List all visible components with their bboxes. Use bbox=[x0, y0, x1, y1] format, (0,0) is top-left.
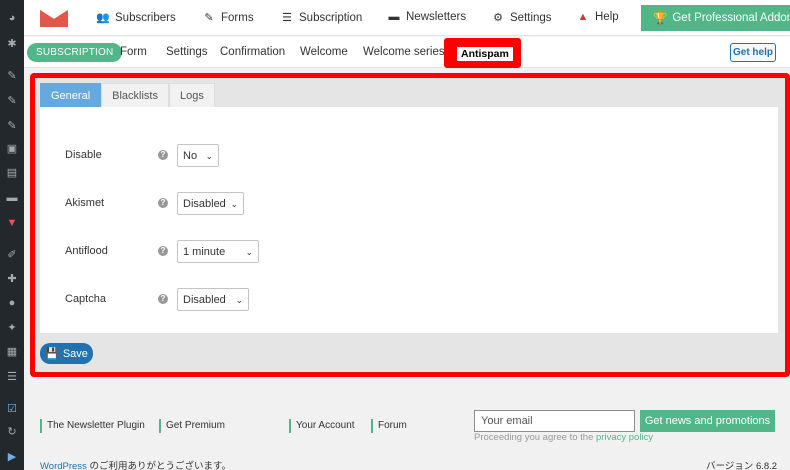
nav-subscribers-label: Subscribers bbox=[115, 11, 176, 24]
plugin-top-nav: 👥 Subscribers ✎ Forms ☰ Subscription ▬ N… bbox=[24, 0, 790, 36]
subnav-welcome-series[interactable]: Welcome series bbox=[363, 46, 445, 58]
captcha-value: Disabled bbox=[183, 293, 226, 306]
list-icon[interactable]: ☰ bbox=[5, 370, 19, 384]
privacy-prefix: Proceeding you agree to the bbox=[474, 432, 594, 443]
pages-icon[interactable]: ▤ bbox=[5, 166, 19, 180]
gear-icon[interactable]: ✱ bbox=[5, 37, 19, 51]
nav-settings-label: Settings bbox=[510, 11, 552, 24]
chevron-down-icon: ⌄ bbox=[245, 247, 253, 257]
captcha-select[interactable]: Disabled ⌄ bbox=[177, 288, 249, 311]
brush-icon[interactable]: ✐ bbox=[5, 248, 19, 262]
disable-value: No bbox=[183, 149, 198, 162]
newspaper-icon: ▬ bbox=[388, 11, 400, 23]
nav-help[interactable]: ▲ Help bbox=[576, 11, 619, 23]
admin-sidebar: ◕ ✱ ✎ ✎ ✎ ▣ ▤ ▬ ▼ ✐ ✚ ● ✦ ▦ ☰ ☑ ↻ ▶ bbox=[0, 0, 24, 470]
help-question-icon[interactable]: ? bbox=[158, 294, 168, 304]
comments-icon[interactable]: ▬ bbox=[5, 191, 19, 205]
footer-link-newsletter-plugin[interactable]: The Newsletter Plugin bbox=[40, 419, 145, 433]
get-professional-addons-button[interactable]: 🏆 Get Professional Addons bbox=[641, 5, 790, 31]
tab-general[interactable]: General bbox=[40, 83, 102, 107]
disable-select[interactable]: No ⌄ bbox=[177, 144, 219, 167]
nav-subscription[interactable]: ☰ Subscription bbox=[280, 11, 363, 25]
get-news-button[interactable]: Get news and promotions bbox=[640, 410, 775, 432]
tab-blacklists[interactable]: Blacklists bbox=[101, 83, 169, 107]
nav-newsletters-label: Newsletters bbox=[406, 11, 467, 23]
help-question-icon[interactable]: ? bbox=[158, 246, 168, 256]
antispam-tabs: General Blacklists Logs bbox=[40, 83, 215, 107]
chevron-down-icon: ⌄ bbox=[205, 151, 213, 161]
users-icon[interactable]: ● bbox=[5, 296, 19, 310]
footer-link-forum[interactable]: Forum bbox=[371, 419, 407, 433]
pin-icon[interactable]: ✎ bbox=[5, 119, 19, 133]
chevron-down-icon: ⌄ bbox=[235, 295, 243, 305]
footer-link-get-premium[interactable]: Get Premium bbox=[159, 419, 225, 433]
subnav-settings[interactable]: Settings bbox=[166, 46, 208, 58]
nav-subscription-label: Subscription bbox=[299, 11, 363, 24]
gear-icon: ⚙ bbox=[493, 12, 503, 24]
antiflood-value: 1 minute bbox=[183, 245, 226, 258]
floppy-disk-icon: 💾 bbox=[45, 348, 59, 360]
subscription-subnav: SUBSCRIPTION Form Settings Confirmation … bbox=[24, 37, 790, 68]
wp-thanks-text: のご利用ありがとうございます。 bbox=[86, 461, 232, 470]
akismet-value: Disabled bbox=[183, 197, 226, 210]
chevron-down-icon: ⌄ bbox=[230, 199, 238, 209]
nav-help-label: Help bbox=[595, 11, 619, 23]
general-settings-panel: Disable ? No ⌄ Akismet ? Disabled ⌄ Anti… bbox=[40, 107, 778, 333]
antiflood-select[interactable]: 1 minute ⌄ bbox=[177, 240, 259, 263]
dashboard-icon[interactable]: ◕ bbox=[5, 11, 19, 25]
privacy-notice: Proceeding you agree to the privacy poli… bbox=[474, 432, 653, 443]
subnav-antispam[interactable]: Antispam bbox=[457, 47, 513, 61]
setting-row-disable: Disable ? No ⌄ bbox=[40, 142, 778, 172]
privacy-policy-link[interactable]: privacy policy bbox=[596, 432, 653, 443]
get-help-button[interactable]: Get help bbox=[730, 43, 776, 62]
play-icon[interactable]: ▶ bbox=[5, 450, 19, 464]
wp-footer-thanks: WordPress のご利用ありがとうございます。 bbox=[40, 458, 231, 470]
antispam-highlight: Antispam bbox=[444, 38, 521, 68]
antispam-panel-highlight: General Blacklists Logs Disable ? No ⌄ A… bbox=[30, 73, 790, 377]
pin-icon[interactable]: ✎ bbox=[5, 69, 19, 83]
newsletter-icon[interactable]: ▼ bbox=[5, 216, 19, 230]
tab-logs[interactable]: Logs bbox=[168, 83, 215, 107]
akismet-select[interactable]: Disabled ⌄ bbox=[177, 192, 244, 215]
setting-row-antiflood: Antiflood ? 1 minute ⌄ bbox=[40, 238, 778, 268]
newsletter-logo-icon[interactable] bbox=[40, 9, 68, 27]
nav-subscribers[interactable]: 👥 Subscribers bbox=[96, 11, 176, 25]
subnav-form[interactable]: Form bbox=[120, 46, 147, 58]
pro-button-label: Get Professional Addons bbox=[672, 12, 790, 24]
checkbox-icon[interactable]: ☑ bbox=[5, 402, 19, 416]
grid-icon[interactable]: ▦ bbox=[5, 345, 19, 359]
disable-label: Disable bbox=[65, 149, 102, 161]
subnav-welcome[interactable]: Welcome bbox=[300, 46, 348, 58]
newsletter-email-input[interactable]: Your email bbox=[474, 410, 635, 432]
save-button[interactable]: 💾 Save bbox=[40, 343, 93, 364]
setting-row-akismet: Akismet ? Disabled ⌄ bbox=[40, 190, 778, 220]
tools-icon[interactable]: ✦ bbox=[5, 321, 19, 335]
subscription-badge: SUBSCRIPTION bbox=[27, 43, 123, 62]
nav-forms[interactable]: ✎ Forms bbox=[202, 11, 254, 25]
users-icon: 👥 bbox=[96, 12, 110, 24]
media-icon[interactable]: ▣ bbox=[5, 142, 19, 156]
pin-icon[interactable]: ✎ bbox=[5, 94, 19, 108]
save-label: Save bbox=[62, 347, 88, 360]
antiflood-label: Antiflood bbox=[65, 245, 108, 257]
akismet-label: Akismet bbox=[65, 197, 105, 209]
nav-newsletters[interactable]: ▬ Newsletters bbox=[387, 11, 467, 23]
captcha-label: Captcha bbox=[65, 293, 106, 305]
subnav-confirmation[interactable]: Confirmation bbox=[220, 46, 285, 58]
list-icon: ☰ bbox=[282, 12, 292, 24]
edit-icon: ✎ bbox=[204, 12, 214, 24]
help-question-icon[interactable]: ? bbox=[158, 198, 168, 208]
help-question-icon[interactable]: ? bbox=[158, 150, 168, 160]
wordpress-link[interactable]: WordPress bbox=[40, 461, 87, 470]
nav-settings[interactable]: ⚙ Settings bbox=[491, 11, 552, 25]
footer-link-your-account[interactable]: Your Account bbox=[289, 419, 355, 433]
refresh-icon[interactable]: ↻ bbox=[5, 425, 19, 439]
trophy-icon: 🏆 bbox=[653, 13, 668, 25]
setting-row-captcha: Captcha ? Disabled ⌄ bbox=[40, 286, 778, 316]
warning-icon: ▲ bbox=[577, 11, 589, 23]
wp-version: バージョン 6.8.2 bbox=[706, 461, 778, 470]
nav-forms-label: Forms bbox=[221, 11, 254, 24]
plugin-icon[interactable]: ✚ bbox=[5, 272, 19, 286]
